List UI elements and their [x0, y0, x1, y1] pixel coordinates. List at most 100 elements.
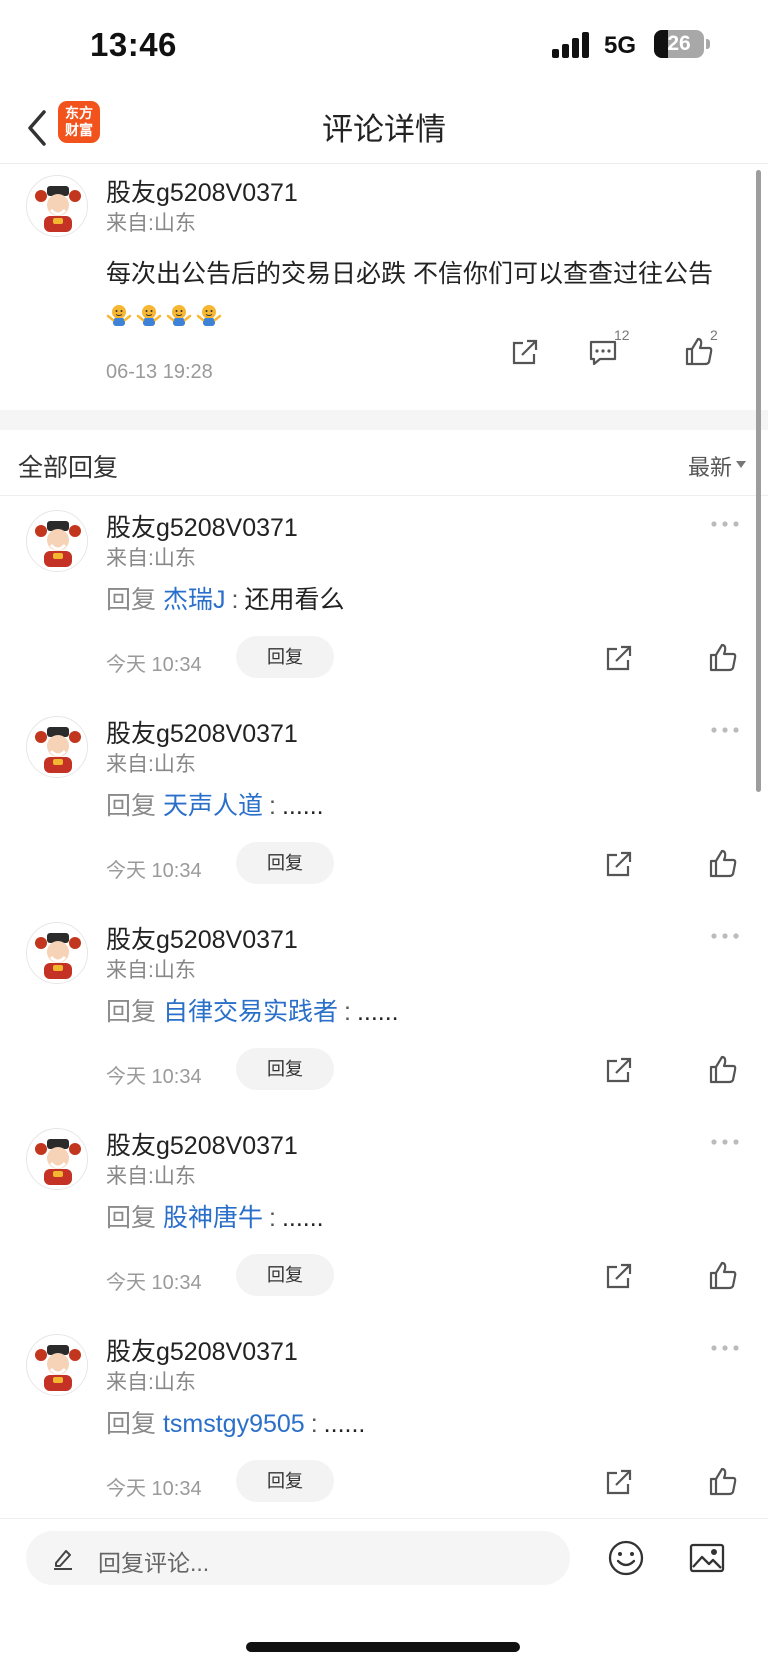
reply-item: 股友g5208V0371 来自:山东 回复 tsmstgy9505:...... 今天…	[0, 1322, 768, 1528]
location: 来自:山东	[106, 753, 196, 776]
shrug-emoji-icon	[106, 299, 132, 326]
more-icon[interactable]	[710, 516, 740, 527]
shrug-emoji-icon	[136, 299, 162, 326]
more-icon[interactable]	[710, 722, 740, 733]
reply-target-link[interactable]: 杰瑞J	[163, 586, 226, 614]
location: 来自:山东	[106, 1371, 196, 1394]
share-icon[interactable]	[508, 335, 542, 369]
comment-body: 每次出公告后的交易日必跌 不信你们可以查查过往公告	[106, 260, 713, 288]
chevron-down-icon[interactable]	[736, 461, 746, 468]
like-count-badge: 2	[710, 327, 718, 343]
emoji-icon[interactable]	[607, 1539, 645, 1577]
like-icon[interactable]	[706, 1465, 740, 1499]
username[interactable]: 股友g5208V0371	[106, 1126, 298, 1162]
avatar[interactable]	[26, 1128, 88, 1190]
username[interactable]: 股友g5208V0371	[106, 173, 298, 209]
scrollbar[interactable]	[756, 170, 761, 792]
username[interactable]: 股友g5208V0371	[106, 1332, 298, 1368]
reply-colon: :	[310, 1410, 318, 1438]
comment-text: 每次出公告后的交易日必跌 不信你们可以查查过往公告	[106, 253, 726, 337]
avatar-icon	[27, 1335, 87, 1395]
reply-body: ......	[281, 792, 324, 820]
nav-bar: 东方 财富 评论详情	[0, 92, 768, 164]
username[interactable]: 股友g5208V0371	[106, 920, 298, 956]
reply-target-link[interactable]: 股神唐牛	[163, 1204, 263, 1232]
avatar[interactable]	[26, 1334, 88, 1396]
status-bar: 13:46 5G 26	[0, 0, 768, 92]
status-time: 13:46	[90, 26, 177, 63]
reply-item: 股友g5208V0371 来自:山东回复 天声人道:...... 今天 10:34 回…	[0, 704, 768, 910]
shrug-emoji-icon	[196, 299, 222, 326]
shrug-emoji-icon	[166, 299, 192, 326]
reply-body: 还用看么	[244, 586, 345, 614]
reply-prefix: 回复	[106, 1204, 157, 1232]
reply-time: 今天 10:34	[106, 1272, 202, 1294]
like-icon[interactable]	[706, 1259, 740, 1293]
emoji-group	[106, 302, 226, 330]
avatar-icon	[27, 717, 87, 777]
avatar-icon	[27, 511, 87, 571]
username[interactable]: 股友g5208V0371	[106, 714, 298, 750]
reply-body: ......	[323, 1410, 366, 1438]
reply-body: ......	[356, 998, 399, 1026]
more-icon[interactable]	[710, 1134, 740, 1145]
reply-text: 回复 杰瑞J: 还用看么	[106, 580, 344, 616]
share-icon[interactable]	[602, 1465, 636, 1499]
reply-target-link[interactable]: 自律交易实践者	[163, 998, 338, 1026]
reply-prefix: 回复	[106, 998, 157, 1026]
main-comment: 股友g5208V0371 来自:山东 每次出公告后的交易日必跌 不信你们可以查查…	[0, 165, 768, 410]
reply-time: 今天 10:34	[106, 654, 202, 676]
avatar-icon	[27, 1129, 87, 1189]
battery-level: 26	[667, 32, 691, 55]
like-icon[interactable]	[706, 847, 740, 881]
avatar[interactable]	[26, 716, 88, 778]
image-icon[interactable]	[688, 1539, 726, 1577]
section-divider	[0, 410, 768, 430]
reply-time: 今天 10:34	[106, 860, 202, 882]
reply-text: 回复 tsmstgy9505:......	[106, 1404, 365, 1440]
reply-count-badge: 12	[614, 327, 630, 343]
reply-prefix: 回复	[106, 1410, 157, 1438]
reply-button[interactable]: 回复	[236, 636, 334, 678]
battery-icon: 26	[654, 30, 704, 58]
share-icon[interactable]	[602, 847, 636, 881]
reply-text: 回复 天声人道:......	[106, 786, 324, 822]
reply-button[interactable]: 回复	[236, 1254, 334, 1296]
avatar-icon	[27, 176, 87, 236]
reply-colon: :	[231, 586, 239, 614]
reply-button[interactable]: 回复	[236, 1048, 334, 1090]
reply-item: 股友g5208V0371 来自:山东回复 自律交易实践者:...... 今天 10:…	[0, 910, 768, 1116]
reply-target-link[interactable]: 天声人道	[163, 792, 263, 820]
reply-time: 今天 10:34	[106, 1066, 202, 1088]
like-icon[interactable]	[706, 641, 740, 675]
home-indicator[interactable]	[246, 1642, 520, 1652]
avatar[interactable]	[26, 175, 88, 237]
share-icon[interactable]	[602, 1259, 636, 1293]
sort-dropdown[interactable]: 最新	[688, 450, 732, 482]
more-icon[interactable]	[710, 928, 740, 939]
reply-input[interactable]: 回复评论...	[26, 1531, 570, 1585]
location: 来自:山东	[106, 547, 196, 570]
replies-header: 全部回复 最新	[0, 430, 768, 496]
location: 来自:山东	[106, 212, 196, 235]
more-icon[interactable]	[710, 1340, 740, 1351]
reply-button[interactable]: 回复	[236, 1460, 334, 1502]
avatar-icon	[27, 923, 87, 983]
reply-button[interactable]: 回复	[236, 842, 334, 884]
username[interactable]: 股友g5208V0371	[106, 508, 298, 544]
share-icon[interactable]	[602, 1053, 636, 1087]
share-icon[interactable]	[602, 641, 636, 675]
like-icon[interactable]	[706, 1053, 740, 1087]
location: 来自:山东	[106, 959, 196, 982]
avatar[interactable]	[26, 922, 88, 984]
comment-time: 06-13 19:28	[106, 361, 213, 383]
reply-colon: :	[343, 998, 351, 1026]
reply-colon: :	[268, 1204, 276, 1232]
reply-input-placeholder: 回复评论...	[98, 1550, 210, 1576]
reply-target-link[interactable]: tsmstgy9505	[163, 1410, 305, 1438]
reply-text: 回复 股神唐牛:......	[106, 1198, 324, 1234]
reply-prefix: 回复	[106, 586, 157, 614]
avatar[interactable]	[26, 510, 88, 572]
reply-prefix: 回复	[106, 792, 157, 820]
reply-colon: :	[268, 792, 276, 820]
